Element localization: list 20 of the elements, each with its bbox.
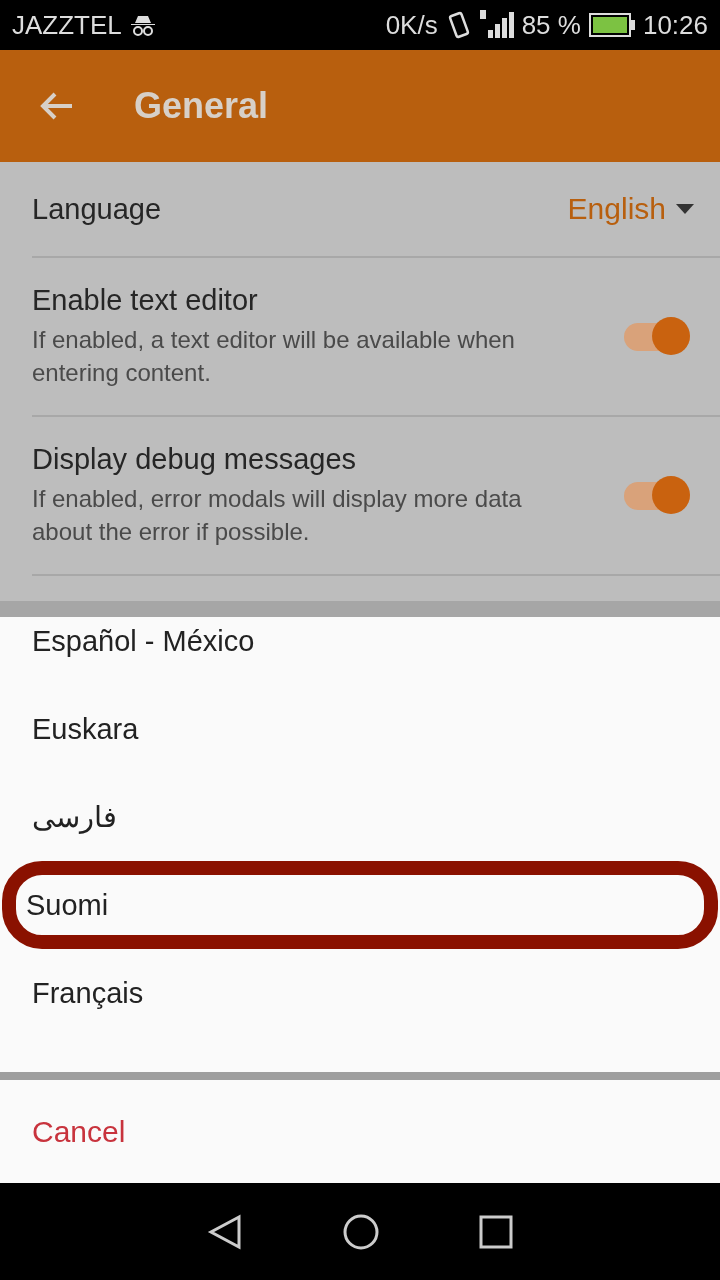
setting-label: Display debug messages	[32, 443, 357, 476]
carrier-name: JAZZTEL	[12, 9, 122, 41]
back-icon[interactable]	[207, 1213, 243, 1250]
signal-icon	[479, 10, 514, 40]
highlighted-language-option[interactable]: Suomi	[2, 861, 718, 949]
battery-percent: 85 %	[521, 9, 581, 41]
caret-icon	[676, 204, 694, 214]
home-icon[interactable]	[343, 1213, 379, 1250]
back-arrow-icon[interactable]	[40, 91, 74, 121]
setting-description: If enabled, a text editor will be available when entering content.	[32, 325, 516, 388]
incognito-icon	[129, 14, 156, 36]
setting-label: Language	[32, 192, 163, 226]
page-title: General	[134, 85, 269, 127]
setting-description: If enabled, error modals will display more data about the error if possible.	[32, 484, 523, 547]
network-speed: 0K/s	[385, 9, 438, 41]
battery-icon	[588, 13, 635, 37]
recents-icon[interactable]	[479, 1214, 513, 1249]
clock: 10:26	[642, 9, 708, 41]
cancel-button[interactable]: Cancel	[32, 1114, 126, 1149]
setting-label: Enable text editor	[32, 284, 259, 317]
